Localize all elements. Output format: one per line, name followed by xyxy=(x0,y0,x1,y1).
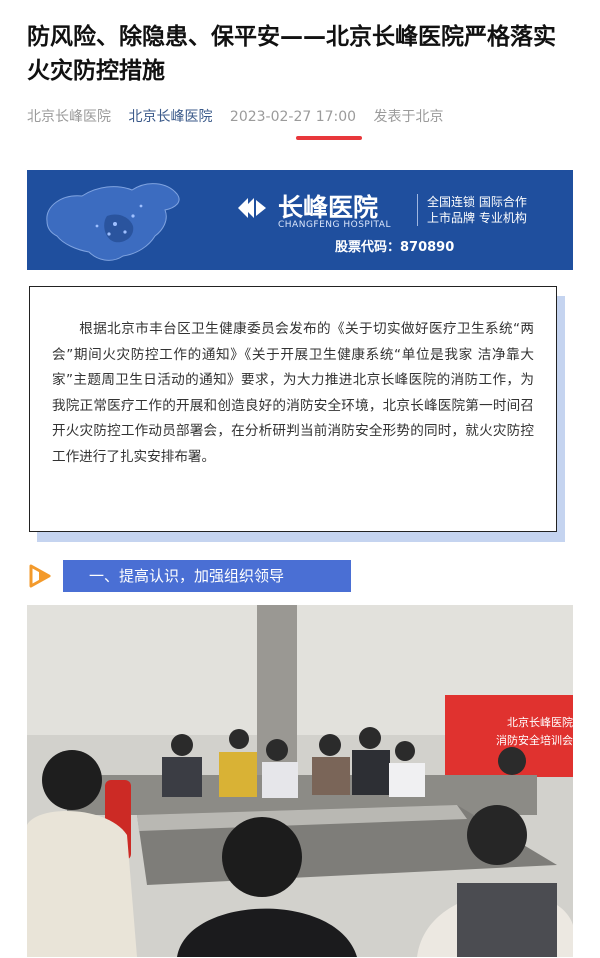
intro-card: 根据北京市丰台区卫生健康委员会发布的《关于切实做好医疗卫生系统“两会”期间火灾防… xyxy=(29,286,557,532)
brand-english-name: CHANGFENG HOSPITAL xyxy=(278,220,391,230)
projected-screen: 北京长峰医院 消防安全培训会议 xyxy=(485,714,573,750)
orange-arrow-icon xyxy=(29,564,51,588)
intro-paragraph: 根据北京市丰台区卫生健康委员会发布的《关于切实做好医疗卫生系统“两会”期间火灾防… xyxy=(52,321,534,465)
stock-code: 股票代码：870890 xyxy=(335,240,455,255)
section-heading-1: 一、提高认识，加强组织领导 xyxy=(27,560,351,592)
source-name: 北京长峰医院 xyxy=(27,109,111,125)
publish-location: 发表于北京 xyxy=(373,109,444,125)
tagline-2: 上市品牌 专业机构 xyxy=(427,211,527,225)
screen-line-1: 北京长峰医院 xyxy=(507,716,573,729)
tagline-1: 全国连锁 国际合作 xyxy=(427,195,527,209)
article-meta: 北京长峰医院 北京长峰医院 2023-02-27 17:00 发表于北京 xyxy=(27,106,457,128)
banner-taglines: 全国连锁 国际合作 上市品牌 专业机构 xyxy=(427,194,527,226)
meeting-photo: 北京长峰医院 消防安全培训会议 xyxy=(27,605,573,957)
red-underline-mark xyxy=(296,136,362,140)
section-heading-label: 一、提高认识，加强组织领导 xyxy=(89,567,285,585)
brand-name: 长峰医院 xyxy=(278,193,379,222)
meeting-photo-illustration xyxy=(27,605,573,957)
hospital-banner: 长峰医院 CHANGFENG HOSPITAL 全国连锁 国际合作 上市品牌 专… xyxy=(27,170,573,270)
account-link[interactable]: 北京长峰医院 xyxy=(128,106,212,128)
banner-divider xyxy=(417,194,418,226)
publish-datetime: 2023-02-27 17:00 xyxy=(229,109,357,125)
china-map-graphic xyxy=(46,183,180,261)
changfeng-logo-icon xyxy=(238,198,266,218)
screen-line-2: 消防安全培训会议 xyxy=(496,734,573,747)
article-title: 防风险、除隐患、保平安——北京长峰医院严格落实火灾防控措施 xyxy=(27,24,556,84)
brand-block: 长峰医院 CHANGFENG HOSPITAL xyxy=(232,188,391,230)
